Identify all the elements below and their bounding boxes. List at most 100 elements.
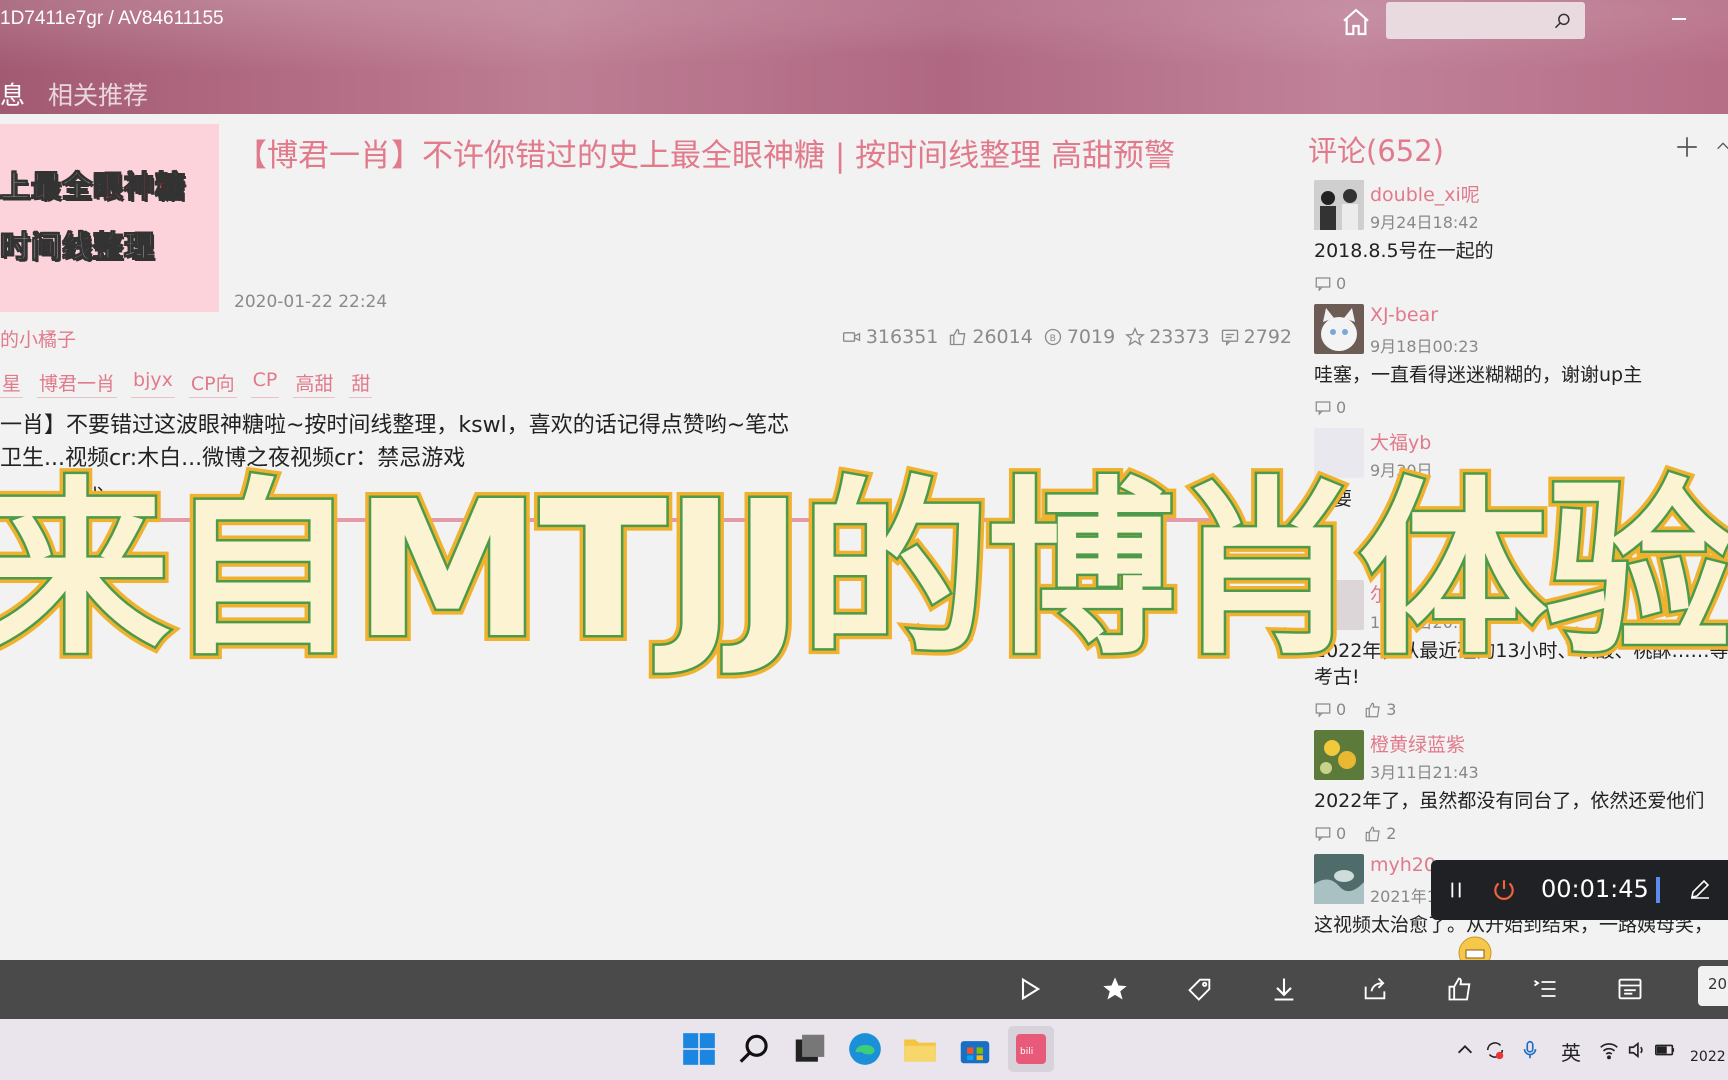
tag-item[interactable]: 高甜 <box>293 368 336 398</box>
power-icon[interactable] <box>1491 877 1517 903</box>
like-icon[interactable] <box>1446 975 1474 1003</box>
player-toolbar: 202 <box>0 960 1728 1019</box>
tag-item[interactable]: CP向 <box>188 368 237 398</box>
search-input[interactable] <box>1386 2 1585 39</box>
system-clock[interactable]: 2022 <box>1690 1049 1726 1065</box>
danmaku-stat: 2792 <box>1220 326 1292 348</box>
uploader-name[interactable]: 的小橘子 <box>0 325 76 352</box>
star-icon <box>1125 327 1146 346</box>
publish-date: 2020-01-22 22:24 <box>234 292 388 312</box>
tag-item[interactable]: CP <box>250 368 280 398</box>
share-icon[interactable] <box>1361 975 1389 1003</box>
chevron-up-icon[interactable] <box>1715 138 1728 154</box>
os-taskbar: bili 英 2022 <box>0 1019 1728 1080</box>
comment-username[interactable]: myh20 <box>1370 854 1436 876</box>
microphone-icon[interactable] <box>1519 1039 1541 1061</box>
comment-time: 2021年1 <box>1370 887 1437 906</box>
svg-text:B: B <box>1049 333 1055 344</box>
cards-icon[interactable] <box>1616 975 1644 1003</box>
play-icon[interactable] <box>1016 975 1044 1003</box>
bilibili-app-icon[interactable]: bili <box>1008 1026 1054 1072</box>
comment-meta: 0 <box>1314 274 1346 293</box>
task-view-icon[interactable] <box>791 1030 829 1068</box>
comment-username[interactable]: XJ-bear <box>1370 304 1438 326</box>
tab-related[interactable]: 相关推荐 <box>48 76 148 112</box>
thumbs-up-icon <box>1365 826 1380 841</box>
pen-icon[interactable] <box>1688 877 1712 901</box>
comment-meta: 0 3 <box>1314 700 1396 719</box>
reply-count[interactable]: 0 <box>1314 824 1346 843</box>
battery-icon[interactable] <box>1654 1039 1676 1061</box>
favorites-stat: 23373 <box>1125 326 1210 348</box>
overlay-caption-outline: 来自MTJJ的博肖体验 <box>0 459 1728 683</box>
edge-browser-icon[interactable] <box>846 1030 884 1068</box>
reply-icon <box>1315 400 1331 415</box>
tag-item[interactable]: bjyx <box>131 368 175 398</box>
thumbnail-text-line2: 时间线整理 <box>0 230 155 266</box>
volume-icon[interactable] <box>1626 1039 1648 1061</box>
add-comment-icon[interactable] <box>1674 134 1700 160</box>
tag-item[interactable]: 甜 <box>349 368 373 398</box>
comment-text: 哇塞，一直看得迷迷糊糊的，谢谢up主 <box>1314 364 1643 386</box>
views-icon <box>842 332 861 342</box>
views-stat: 316351 <box>842 326 938 348</box>
wifi-icon[interactable] <box>1598 1039 1620 1061</box>
playlist-icon[interactable] <box>1531 975 1559 1003</box>
sync-icon[interactable] <box>1484 1039 1506 1061</box>
windows-start-icon[interactable] <box>680 1030 718 1068</box>
reply-icon <box>1315 702 1331 717</box>
like-count[interactable]: 2 <box>1364 824 1396 843</box>
tag-list: 星 博君一肖 bjyx CP向 CP 高甜 甜 <box>0 368 373 398</box>
reply-count[interactable]: 0 <box>1314 700 1346 719</box>
reply-icon <box>1315 276 1331 291</box>
comment-time: 3月11日21:43 <box>1370 763 1479 782</box>
app-header: 1D7411e7gr / AV84611155 息 相关推荐 <box>0 0 1728 114</box>
pause-icon[interactable] <box>1445 878 1467 902</box>
thumbs-up-icon <box>1365 702 1380 717</box>
home-icon[interactable] <box>1340 6 1372 38</box>
chevron-up-icon[interactable] <box>1454 1039 1476 1061</box>
thumbnail-text-line1: 上最全眼神糖 <box>0 170 186 206</box>
likes-stat: 26014 <box>948 326 1033 348</box>
tag-icon[interactable] <box>1186 975 1214 1003</box>
reply-icon <box>1315 826 1331 841</box>
screen-recorder: 00:01:45 <box>1431 860 1728 920</box>
store-icon[interactable] <box>956 1030 994 1068</box>
search-icon[interactable] <box>736 1030 774 1068</box>
avatar[interactable] <box>1314 730 1364 780</box>
svg-text:bili: bili <box>1020 1047 1033 1057</box>
tag-item[interactable]: 博君一肖 <box>37 368 118 398</box>
avatar[interactable] <box>1314 854 1364 904</box>
tag-item[interactable]: 星 <box>0 368 24 398</box>
download-icon[interactable] <box>1270 975 1298 1003</box>
coins-stat: B 7019 <box>1043 326 1115 348</box>
comment-username[interactable]: double_xi呢 <box>1370 180 1480 207</box>
file-explorer-icon[interactable] <box>901 1030 939 1068</box>
comment-time: 9月18日00:23 <box>1370 337 1479 356</box>
reply-count[interactable]: 0 <box>1314 398 1346 417</box>
minimize-icon[interactable] <box>1672 18 1686 20</box>
audio-level <box>1656 877 1660 903</box>
comment-time: 9月24日18:42 <box>1370 213 1479 232</box>
search-icon[interactable] <box>1553 11 1573 31</box>
video-title: 【博君一肖】不许你错过的史上最全眼神糖 | 按时间线整理 高甜预警 <box>236 138 1176 174</box>
reply-count[interactable]: 0 <box>1314 274 1346 293</box>
date-chip: 202 <box>1698 966 1728 1006</box>
coin-icon: B <box>1044 328 1061 346</box>
grin-emoji-icon <box>1458 936 1492 960</box>
recording-timer: 00:01:45 <box>1541 875 1649 903</box>
danmaku-icon <box>1221 329 1238 347</box>
comment-username[interactable]: 橙黄绿蓝紫 <box>1370 730 1465 757</box>
comment-meta: 0 <box>1314 398 1346 417</box>
favorite-star-icon[interactable] <box>1101 975 1129 1003</box>
avatar[interactable] <box>1314 180 1364 230</box>
comment-text: 2022年了，虽然都没有同台了，依然还爱他们 <box>1314 790 1705 812</box>
ime-indicator[interactable]: 英 <box>1561 1037 1581 1066</box>
comment-text: 2018.8.5号在一起的 <box>1314 240 1494 262</box>
window-title: 1D7411e7gr / AV84611155 <box>0 8 224 29</box>
like-count[interactable]: 3 <box>1364 700 1396 719</box>
video-thumbnail[interactable]: 上最全眼神糖 时间线整理 <box>0 124 219 312</box>
tab-info[interactable]: 息 <box>0 76 25 112</box>
comment-meta: 0 2 <box>1314 824 1396 843</box>
avatar[interactable] <box>1314 304 1364 354</box>
